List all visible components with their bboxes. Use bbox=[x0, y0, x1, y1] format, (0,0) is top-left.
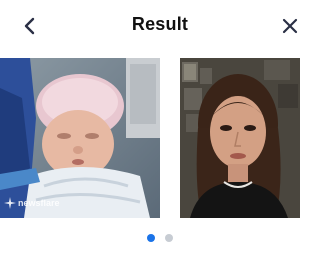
newsflare-logo-icon bbox=[4, 197, 16, 209]
pagination-dots bbox=[0, 234, 320, 242]
page-dot-1[interactable] bbox=[147, 234, 155, 242]
result-image-woman bbox=[180, 58, 300, 218]
watermark-text: newsflare bbox=[18, 198, 60, 208]
close-icon bbox=[282, 18, 298, 34]
header-bar: Result bbox=[0, 0, 320, 52]
woman-photo bbox=[180, 58, 300, 218]
close-button[interactable] bbox=[276, 12, 304, 40]
page-dot-2[interactable] bbox=[165, 234, 173, 242]
page-title: Result bbox=[131, 14, 189, 34]
result-image-baby: newsflare bbox=[0, 58, 160, 218]
baby-photo bbox=[0, 58, 160, 218]
